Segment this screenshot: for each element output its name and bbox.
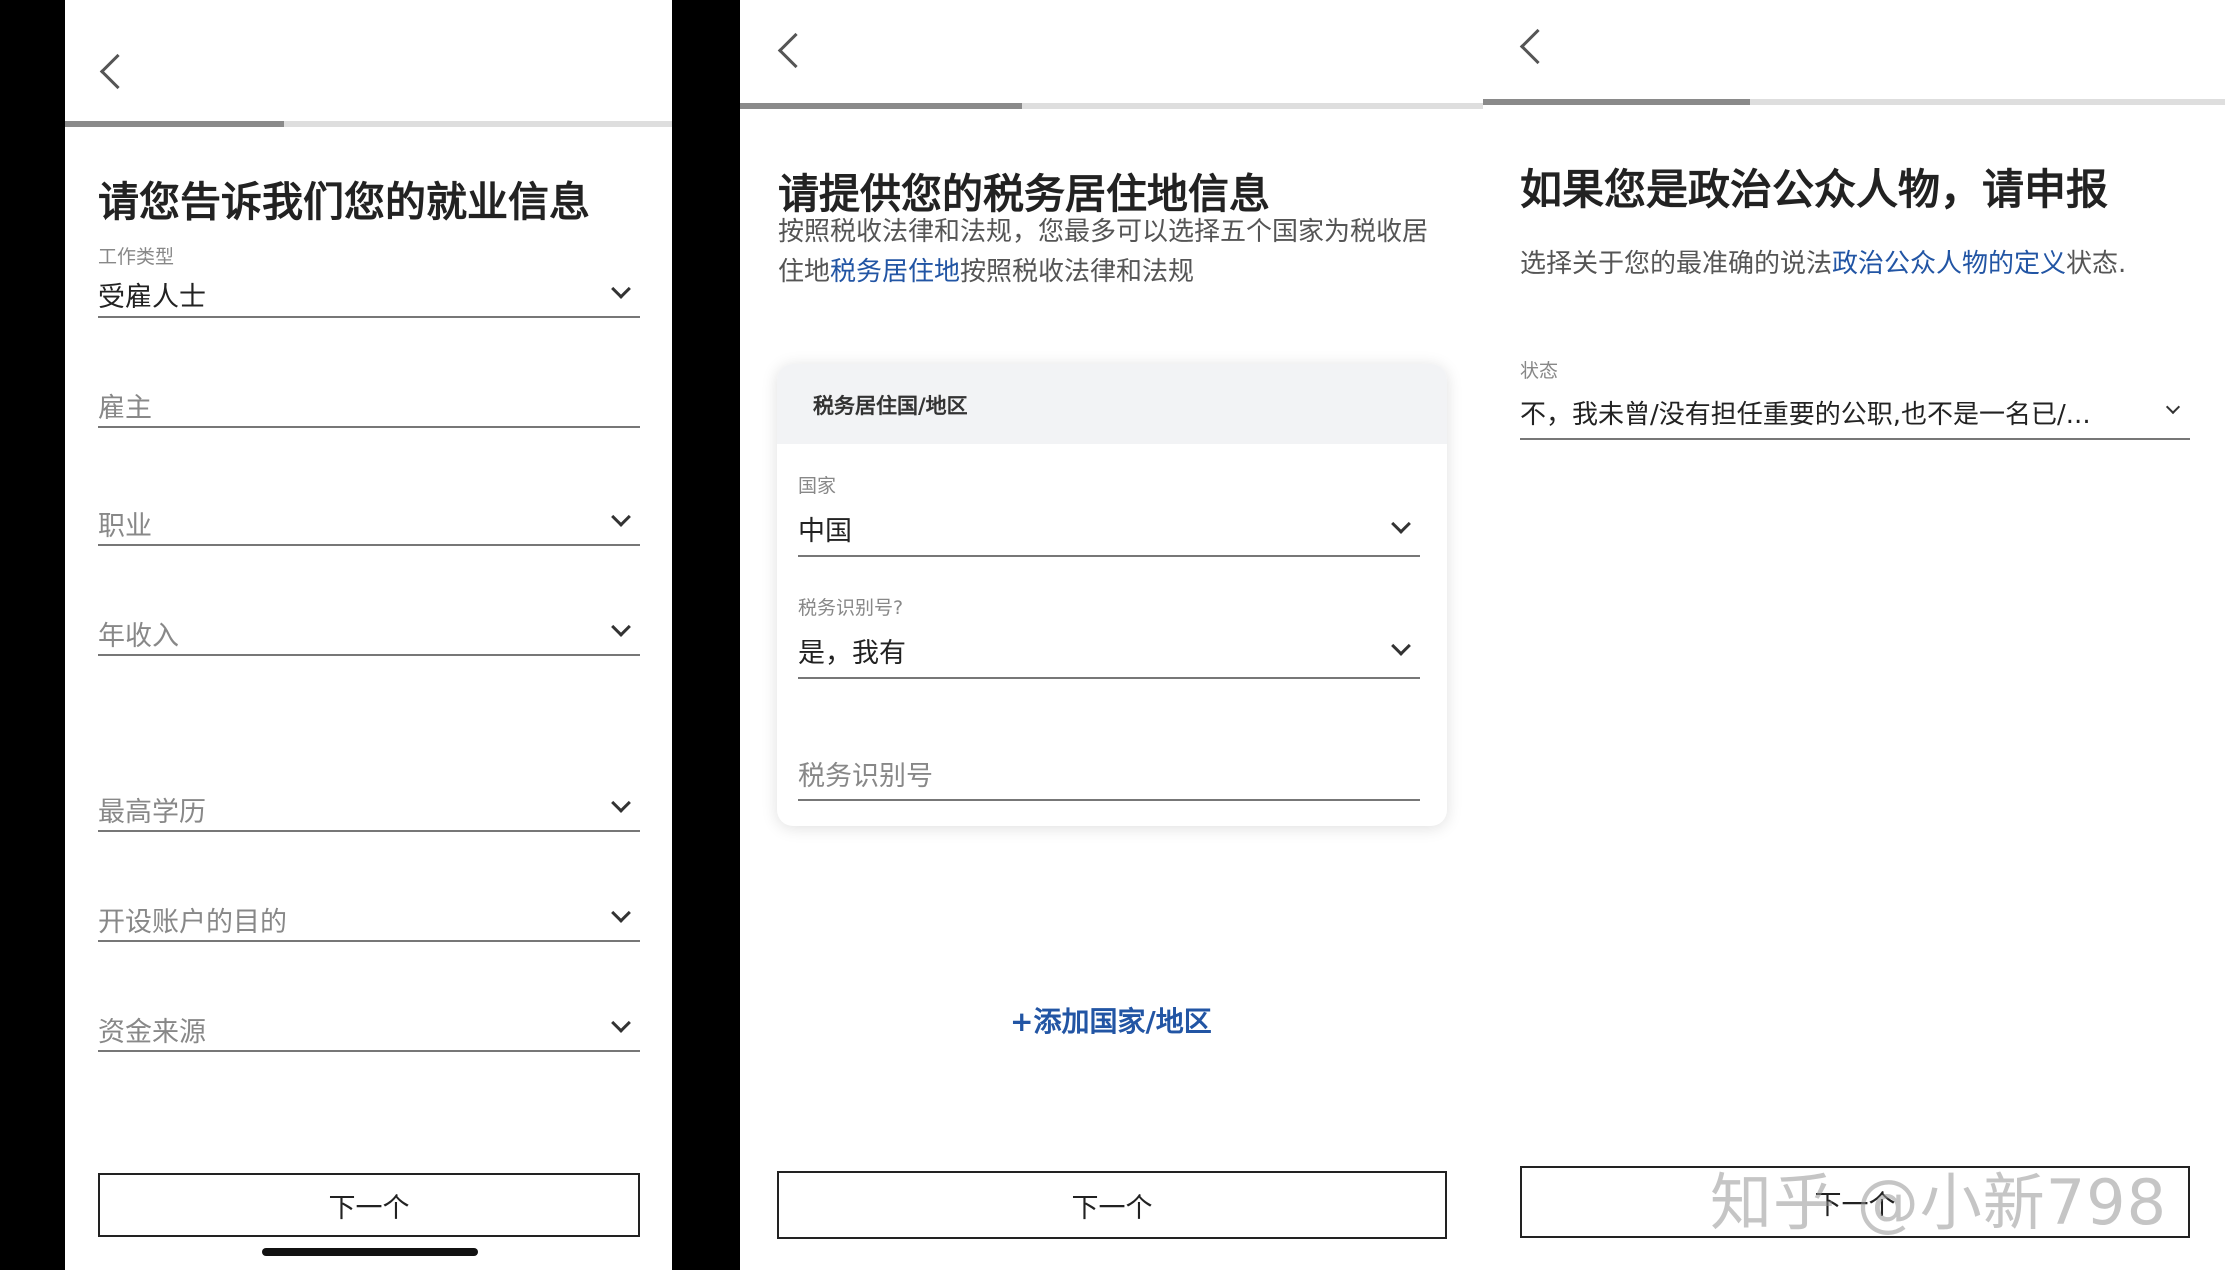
description-text-2: 状态.	[2066, 249, 2127, 279]
tin-placeholder: 税务识别号	[798, 761, 933, 792]
country-select[interactable]: 国家 中国	[798, 467, 1420, 557]
chevron-down-icon	[2165, 399, 2181, 415]
pep-definition-link[interactable]: 政治公众人物的定义	[1832, 249, 2066, 279]
progress-fill	[1483, 99, 1751, 105]
account-purpose-placeholder: 开设账户的目的	[98, 907, 287, 938]
page-description: 选择关于您的最准确的说法政治公众人物的定义状态.	[1520, 244, 2220, 284]
country-value: 中国	[798, 516, 852, 547]
employer-placeholder: 雇主	[98, 393, 152, 424]
bottom-strip	[0, 1270, 2225, 1279]
card-header: 税务居住国/地区	[777, 364, 1447, 444]
next-button[interactable]: 下一个	[98, 1173, 640, 1237]
chevron-down-icon	[1391, 636, 1411, 656]
education-placeholder: 最高学历	[98, 797, 206, 828]
description-text: 选择关于您的最准确的说法	[1520, 249, 1833, 279]
progress-bar	[740, 103, 1483, 109]
chevron-down-icon	[611, 793, 631, 813]
tin-input[interactable]: 税务识别号	[798, 748, 1420, 801]
chevron-down-icon	[611, 279, 631, 299]
chevron-down-icon	[611, 903, 631, 923]
employment-info-screen: 请您告诉我们您的就业信息 工作类型 受雇人士 雇主 职业 年收入 最高学历 开设…	[65, 0, 672, 1270]
card-title: 税务居住国/地区	[813, 394, 968, 418]
job-type-select[interactable]: 工作类型 受雇人士	[98, 238, 640, 318]
chevron-down-icon	[611, 507, 631, 527]
job-type-label: 工作类型	[98, 246, 175, 268]
progress-fill	[740, 103, 1023, 109]
tin-question-label: 税务识别号?	[798, 597, 904, 619]
page-description: 按照税收法律和法规，您最多可以选择五个国家为税收居住地税务居住地按照税收法律和法…	[778, 212, 1448, 292]
add-country-link[interactable]: +添加国家/地区	[1010, 1000, 1212, 1040]
progress-bar	[65, 121, 672, 127]
fund-source-select[interactable]: 资金来源	[98, 1004, 640, 1052]
status-select[interactable]: 状态 不，我未曾/没有担任重要的公职,也不是一名已/...	[1520, 352, 2190, 440]
fund-source-placeholder: 资金来源	[98, 1017, 206, 1048]
country-label: 国家	[798, 475, 837, 497]
tin-question-select[interactable]: 税务识别号? 是，我有	[798, 589, 1420, 679]
chevron-down-icon	[1391, 514, 1411, 534]
chevron-down-icon	[611, 1013, 631, 1033]
occupation-select[interactable]: 职业	[98, 498, 640, 546]
middle-black-border	[672, 0, 740, 1279]
progress-bar	[1483, 99, 2225, 105]
status-label: 状态	[1520, 360, 1559, 382]
tax-residency-link[interactable]: 税务居住地	[830, 257, 960, 287]
home-indicator	[262, 1248, 478, 1256]
tin-question-value: 是，我有	[798, 638, 906, 669]
occupation-placeholder: 职业	[98, 511, 152, 542]
account-purpose-select[interactable]: 开设账户的目的	[98, 894, 640, 942]
tax-residency-card: 税务居住国/地区 国家 中国 税务识别号? 是，我有 税务识别号	[777, 364, 1447, 826]
employer-input[interactable]: 雇主	[98, 380, 640, 428]
watermark: 知乎 @小新798	[1710, 1166, 2168, 1239]
back-arrow-icon[interactable]	[99, 53, 136, 90]
tax-residency-screen: 请提供您的税务居住地信息 按照税收法律和法规，您最多可以选择五个国家为税收居住地…	[740, 0, 1483, 1270]
page-title: 请您告诉我们您的就业信息	[98, 178, 590, 226]
next-button[interactable]: 下一个	[777, 1171, 1447, 1239]
back-arrow-icon[interactable]	[1519, 28, 1556, 65]
education-select[interactable]: 最高学历	[98, 784, 640, 832]
annual-income-placeholder: 年收入	[98, 621, 179, 652]
description-text-2: 按照税收法律和法规	[960, 257, 1195, 287]
page-title: 如果您是政治公众人物，请申报	[1520, 165, 2109, 214]
chevron-down-icon	[611, 617, 631, 637]
left-black-border	[0, 0, 65, 1279]
job-type-value: 受雇人士	[98, 282, 206, 313]
page-title: 请提供您的税务居住地信息	[778, 170, 1270, 218]
status-value: 不，我未曾/没有担任重要的公职,也不是一名已/...	[1520, 400, 2091, 430]
back-arrow-icon[interactable]	[777, 32, 814, 69]
progress-fill	[65, 121, 284, 127]
pep-declaration-screen: 如果您是政治公众人物，请申报 选择关于您的最准确的说法政治公众人物的定义状态. …	[1483, 0, 2225, 1270]
annual-income-select[interactable]: 年收入	[98, 608, 640, 656]
